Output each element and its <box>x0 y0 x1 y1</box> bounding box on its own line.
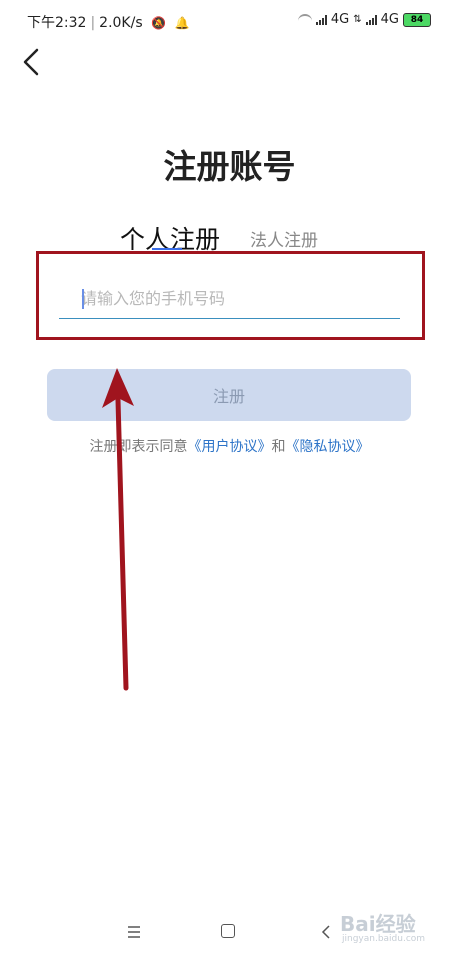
baidu-jingyan-watermark: Bai经验 jingyan.baidu.com <box>340 902 435 950</box>
active-tab-indicator <box>152 248 182 250</box>
watermark-site: jingyan.baidu.com <box>342 934 426 944</box>
tab-legal-entity-registration[interactable]: 法人注册 <box>250 226 318 251</box>
status-separator: | <box>90 15 96 31</box>
network-type-1: 4G <box>330 12 350 27</box>
network-type-2: 4G <box>380 12 399 27</box>
agreement-and: 和 <box>271 439 286 455</box>
notification-muted-icon: 🔕 <box>151 16 167 30</box>
back-button[interactable] <box>18 44 48 80</box>
agreement-prefix: 注册即表示同意 <box>89 439 188 455</box>
register-button[interactable]: 注册 <box>47 369 411 421</box>
home-icon[interactable] <box>221 924 235 938</box>
wifi-icon <box>297 13 312 26</box>
privacy-policy-link[interactable]: 《隐私协议》 <box>286 439 370 455</box>
signal-icon <box>315 14 327 25</box>
agreement-text: 注册即表示同意《用户协议》和《隐私协议》 <box>0 436 459 456</box>
back-icon[interactable] <box>318 922 334 942</box>
data-transfer-icon: ⇅ <box>353 14 362 25</box>
status-left: 下午2:32 | 2.0K/s 🔕 🔔 <box>27 12 189 32</box>
status-time: 下午2:32 <box>27 15 87 31</box>
status-speed: 2.0K/s <box>99 15 143 31</box>
notification-bell-icon: 🔔 <box>174 16 190 30</box>
watermark-brand: Bai经验 <box>340 912 416 936</box>
annotation-highlight-box <box>36 251 425 340</box>
chevron-left-icon <box>23 48 39 76</box>
battery-icon: 84 <box>403 12 431 27</box>
status-bar: 下午2:32 | 2.0K/s 🔕 🔔 4G ⇅ 4G 84 <box>0 0 459 40</box>
user-agreement-link[interactable]: 《用户协议》 <box>188 439 272 455</box>
signal-icon <box>365 14 377 25</box>
menu-icon[interactable] <box>126 922 142 942</box>
page-title: 注册账号 <box>163 147 296 186</box>
status-right: 4G ⇅ 4G 84 <box>297 12 431 27</box>
